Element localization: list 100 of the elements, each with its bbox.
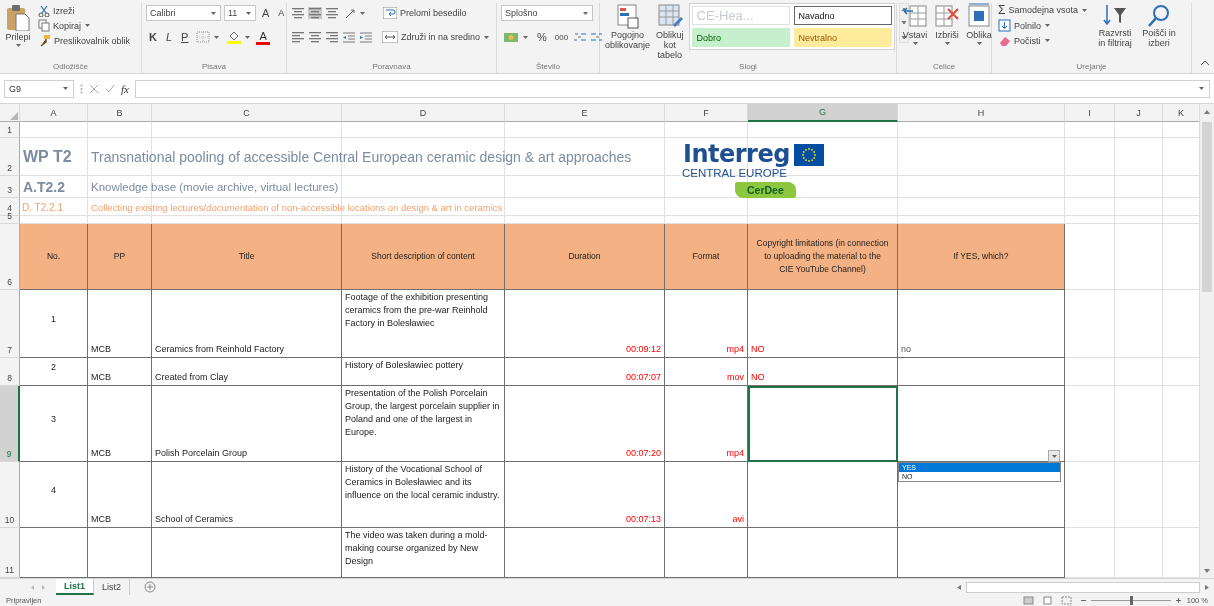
wrap-text-button[interactable]: Prelomi besedilo: [381, 7, 469, 19]
cell-style-item[interactable]: Dobro: [691, 28, 790, 47]
previous-sheet-icon[interactable]: [30, 583, 35, 591]
scroll-down-icon: [1203, 568, 1211, 574]
header-cell: PP: [88, 224, 152, 290]
format-icon: [966, 3, 992, 29]
merge-center-button[interactable]: Združi in na sredino: [380, 31, 493, 43]
eu-flag-icon: [793, 144, 824, 166]
vertical-scrollbar[interactable]: [1199, 104, 1214, 578]
row-header[interactable]: 9: [0, 386, 20, 462]
clear-button[interactable]: Počisti: [996, 34, 1090, 47]
section-code: A.T2.2: [22, 177, 66, 197]
fill-down-icon: [998, 19, 1011, 32]
percent-button[interactable]: %: [534, 31, 550, 43]
zoom-out-icon[interactable]: [1079, 597, 1087, 604]
grow-font-button[interactable]: A: [259, 7, 273, 19]
column-header[interactable]: C: [152, 104, 342, 122]
caret-icon: [14, 43, 22, 48]
font-color-button[interactable]: A: [256, 29, 270, 45]
sort-filter-button[interactable]: Razvrsti in filtriraj: [1093, 3, 1136, 48]
format-button[interactable]: Oblika: [965, 3, 993, 46]
check-icon[interactable]: [105, 83, 115, 94]
row-header[interactable]: 8: [0, 358, 20, 386]
column-header[interactable]: H: [898, 104, 1065, 122]
underline-button[interactable]: P: [178, 31, 192, 43]
wrap-icon: [383, 7, 397, 19]
column-header[interactable]: G: [748, 104, 898, 122]
column-header[interactable]: I: [1065, 104, 1115, 122]
group-label: Urejanje: [1075, 61, 1108, 73]
column-header[interactable]: D: [342, 104, 505, 122]
format-painter-button[interactable]: Preslikovalnik oblik: [36, 34, 133, 47]
insert-function-button[interactable]: fx: [121, 82, 129, 95]
search-icon: [1145, 3, 1172, 27]
bold-button[interactable]: K: [146, 31, 160, 43]
table-cell: Presentation of the Polish Porcelain Group, the largest porcelain supplier in Poland and one of the largest in Europe.: [342, 386, 505, 462]
table-cell: History of Bolesławiec pottery: [342, 358, 505, 386]
caret-icon: [245, 10, 252, 16]
table-cell: School of Ceramics: [152, 462, 342, 528]
table-cell: mp4: [665, 290, 748, 358]
page-layout-icon[interactable]: [1041, 596, 1053, 605]
row-header[interactable]: 3: [0, 176, 20, 198]
normal-view-icon[interactable]: [1022, 596, 1034, 605]
row-header[interactable]: 6: [0, 224, 20, 290]
table-cell: 00:07:07: [505, 358, 665, 386]
row-header[interactable]: 11: [0, 528, 20, 578]
horizontal-scrollbar[interactable]: [966, 581, 1200, 593]
find-select-button[interactable]: Poišči in izberi: [1139, 3, 1178, 48]
header-cell: Copyright limitations (in connection to uploading the material to the CIE YouTube Channel): [748, 224, 898, 290]
shrink-font-button[interactable]: A: [275, 8, 288, 18]
page-break-icon[interactable]: [1060, 596, 1072, 605]
column-header[interactable]: K: [1163, 104, 1199, 122]
group-label: Celice: [931, 61, 957, 73]
insert-icon: [902, 3, 928, 29]
collapse-icon[interactable]: [1200, 59, 1210, 67]
close-icon[interactable]: [89, 83, 99, 94]
sheet-tab[interactable]: List1: [56, 579, 94, 595]
currency-button[interactable]: [501, 30, 531, 44]
zoom-thumb[interactable]: [1129, 596, 1133, 605]
cut-button[interactable]: Izreži: [36, 5, 133, 17]
thousands-button[interactable]: 000: [552, 32, 571, 42]
delete-button[interactable]: Izbriši: [933, 3, 961, 46]
autosum-button[interactable]: Σ Samodejna vsota: [996, 3, 1090, 17]
cell-style-item[interactable]: Nevtralno: [793, 28, 892, 47]
caret-icon: [943, 41, 951, 46]
conditional-formatting-button[interactable]: Pogojno oblikovanje: [604, 3, 652, 50]
font-size-field[interactable]: 11: [224, 5, 256, 21]
number-format-field[interactable]: Splošno: [501, 5, 593, 21]
italic-button[interactable]: L: [162, 31, 176, 43]
scrollbar-thumb[interactable]: [1202, 122, 1212, 292]
formula-field[interactable]: [134, 79, 1210, 98]
header-cell: Short description of content: [342, 224, 505, 290]
dropdown-button[interactable]: [1048, 450, 1060, 462]
caret-icon: [911, 41, 919, 46]
next-sheet-icon[interactable]: [41, 583, 46, 591]
row-header[interactable]: 2: [0, 138, 20, 176]
add-sheet-icon[interactable]: [144, 581, 157, 593]
paste-button[interactable]: Prilepi: [4, 3, 32, 48]
copy-button[interactable]: Kopiraj: [36, 19, 133, 32]
insert-button[interactable]: Vstavi: [901, 3, 929, 46]
table-cell: 2: [20, 358, 88, 386]
row-header[interactable]: 7: [0, 290, 20, 358]
column-header[interactable]: B: [88, 104, 152, 122]
cell-style-item[interactable]: Navadno: [793, 6, 892, 25]
row-header[interactable]: 1: [0, 122, 20, 138]
zoom-in-icon[interactable]: [1174, 597, 1182, 604]
table-cell: 3: [20, 386, 88, 462]
column-header[interactable]: E: [505, 104, 665, 122]
column-header[interactable]: F: [665, 104, 748, 122]
name-box[interactable]: G9: [4, 79, 74, 98]
font-name-field[interactable]: Calibri: [146, 5, 221, 21]
caret-icon: [1050, 453, 1058, 459]
format-as-table-button[interactable]: Oblikuj kot tabelo: [655, 3, 685, 60]
table-cell: 4: [20, 462, 88, 528]
column-header[interactable]: A: [20, 104, 88, 122]
borders-icon: [196, 31, 211, 43]
row-header[interactable]: 10: [0, 462, 20, 528]
table-cell: 00:07:13: [505, 462, 665, 528]
column-header[interactable]: J: [1115, 104, 1163, 122]
fill-button[interactable]: Polnilo: [996, 19, 1090, 32]
sheet-title: Transnational pooling of accessible Central European ceramic design & art approaches: [90, 147, 633, 167]
